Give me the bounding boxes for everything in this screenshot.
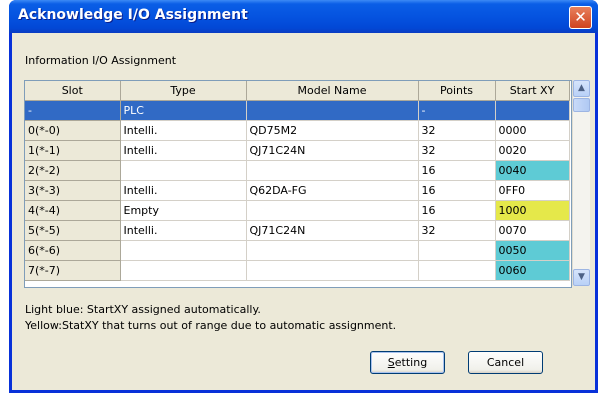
- cell-points[interactable]: -: [418, 100, 496, 121]
- cell-slot[interactable]: 4(*-4): [25, 200, 121, 221]
- cell-slot[interactable]: 2(*-2): [25, 160, 121, 181]
- cell-model-name[interactable]: QJ71C24N: [246, 220, 419, 241]
- scroll-up-button[interactable]: ▲: [573, 80, 590, 97]
- cell-start-xy[interactable]: 0FF0: [495, 180, 570, 201]
- scroll-thumb[interactable]: [573, 98, 590, 112]
- cell-type[interactable]: Intelli.: [120, 140, 247, 161]
- close-button[interactable]: ✕: [569, 6, 592, 29]
- cell-points[interactable]: [418, 260, 496, 281]
- table-row[interactable]: 7(*-7) 0060: [25, 260, 570, 281]
- cell-start-xy[interactable]: 0000: [495, 120, 570, 141]
- chevron-down-icon: ▼: [578, 272, 585, 282]
- cell-points[interactable]: 32: [418, 140, 496, 161]
- io-table: Slot Type Model Name Points Start XY - PL…: [25, 81, 570, 281]
- cell-type[interactable]: [120, 160, 247, 181]
- cell-points[interactable]: 16: [418, 160, 496, 181]
- column-header-model-name[interactable]: Model Name: [246, 81, 419, 101]
- cell-model-name[interactable]: Q62DA-FG: [246, 180, 419, 201]
- setting-label: etting: [394, 356, 428, 369]
- column-header-type[interactable]: Type: [120, 81, 247, 101]
- cell-start-xy[interactable]: 0050: [495, 240, 570, 261]
- setting-button[interactable]: Setting: [370, 351, 445, 374]
- close-icon: ✕: [574, 8, 587, 26]
- cell-model-name[interactable]: QJ71C24N: [246, 140, 419, 161]
- cell-type[interactable]: Intelli.: [120, 120, 247, 141]
- cell-points[interactable]: 16: [418, 200, 496, 221]
- table-row[interactable]: 3(*-3) Intelli. Q62DA-FG 16 0FF0: [25, 180, 570, 201]
- table-row[interactable]: 1(*-1) Intelli. QJ71C24N 32 0020: [25, 140, 570, 161]
- scroll-down-button[interactable]: ▼: [573, 269, 590, 286]
- cell-points[interactable]: 16: [418, 180, 496, 201]
- column-header-start-xy[interactable]: Start XY: [495, 81, 570, 101]
- cell-model-name[interactable]: [246, 240, 419, 261]
- dialog-window: Acknowledge I/O Assignment ✕ Information…: [9, 0, 598, 393]
- table-header-row: Slot Type Model Name Points Start XY: [25, 81, 570, 101]
- cell-slot[interactable]: 3(*-3): [25, 180, 121, 201]
- cancel-button[interactable]: Cancel: [468, 351, 543, 374]
- io-assignment-grid: Slot Type Model Name Points Start XY - PL…: [24, 80, 572, 288]
- cell-slot[interactable]: -: [25, 100, 121, 121]
- table-body: - PLC -0(*-0) Intelli. QD75M2 32 0000 1(*-1) Int…: [25, 100, 570, 281]
- cell-model-name[interactable]: [246, 200, 419, 221]
- cell-start-xy[interactable]: 0020: [495, 140, 570, 161]
- cell-type[interactable]: Intelli.: [120, 220, 247, 241]
- section-label: Information I/O Assignment: [25, 54, 177, 67]
- cell-start-xy[interactable]: 0070: [495, 220, 570, 241]
- cell-slot[interactable]: 0(*-0): [25, 120, 121, 141]
- cell-type[interactable]: Intelli.: [120, 180, 247, 201]
- cell-type[interactable]: Empty: [120, 200, 247, 221]
- table-row[interactable]: 4(*-4) Empty 16 1000: [25, 200, 570, 221]
- cell-model-name[interactable]: QD75M2: [246, 120, 419, 141]
- cell-start-xy[interactable]: [495, 100, 570, 121]
- vertical-scrollbar[interactable]: ▲ ▼: [572, 80, 590, 286]
- cell-type[interactable]: [120, 240, 247, 261]
- table-row[interactable]: 5(*-5) Intelli. QJ71C24N 32 0070: [25, 220, 570, 241]
- table-row[interactable]: 0(*-0) Intelli. QD75M2 32 0000: [25, 120, 570, 141]
- cell-points[interactable]: [418, 240, 496, 261]
- cell-slot[interactable]: 6(*-6): [25, 240, 121, 261]
- cell-points[interactable]: 32: [418, 220, 496, 241]
- cell-slot[interactable]: 5(*-5): [25, 220, 121, 241]
- dialog-client-area: Information I/O Assignment Slot Type Mod…: [12, 33, 595, 390]
- table-row[interactable]: 6(*-6) 0050: [25, 240, 570, 261]
- cell-slot[interactable]: 7(*-7): [25, 260, 121, 281]
- note-yellow: Yellow:StatXY that turns out of range du…: [25, 319, 397, 332]
- table-row[interactable]: - PLC -: [25, 100, 570, 121]
- column-header-slot[interactable]: Slot: [25, 81, 121, 101]
- dialog-title: Acknowledge I/O Assignment: [18, 7, 248, 23]
- column-header-points[interactable]: Points: [418, 81, 496, 101]
- title-bar[interactable]: Acknowledge I/O Assignment ✕: [9, 0, 598, 33]
- cell-model-name[interactable]: [246, 100, 419, 121]
- table-row[interactable]: 2(*-2) 16 0040: [25, 160, 570, 181]
- cell-start-xy[interactable]: 0060: [495, 260, 570, 281]
- cell-type[interactable]: PLC: [120, 100, 247, 121]
- note-light-blue: Light blue: StartXY assigned automatical…: [25, 303, 261, 316]
- cell-start-xy[interactable]: 1000: [495, 200, 570, 221]
- cell-model-name[interactable]: [246, 260, 419, 281]
- cell-points[interactable]: 32: [418, 120, 496, 141]
- chevron-up-icon: ▲: [578, 83, 585, 93]
- cell-start-xy[interactable]: 0040: [495, 160, 570, 181]
- cell-model-name[interactable]: [246, 160, 419, 181]
- cell-type[interactable]: [120, 260, 247, 281]
- setting-mnemonic: S: [387, 356, 395, 369]
- cell-slot[interactable]: 1(*-1): [25, 140, 121, 161]
